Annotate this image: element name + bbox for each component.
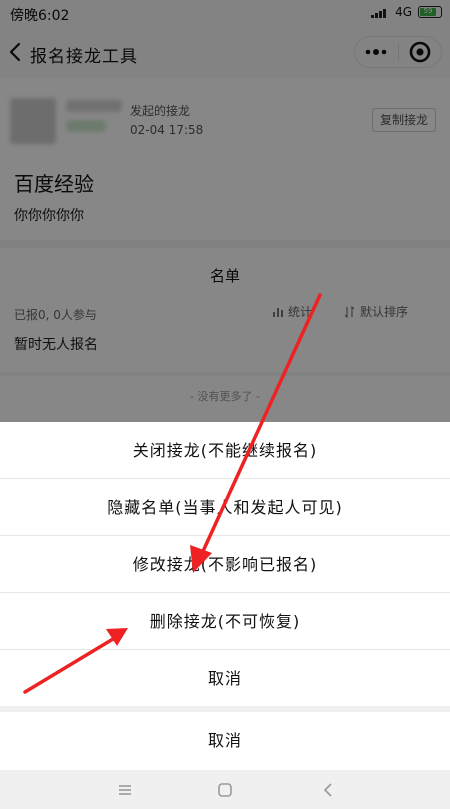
action-sheet: 关闭接龙(不能继续报名) 隐藏名单(当事人和发起人可见) 修改接龙(不影响已报名… — [0, 422, 450, 770]
cancel-option[interactable]: 取消 — [0, 650, 450, 707]
cancel-button[interactable]: 取消 — [0, 712, 450, 770]
menu-button[interactable] — [115, 780, 135, 800]
back-nav-button[interactable] — [318, 780, 338, 800]
home-button[interactable] — [215, 780, 235, 800]
back-chevron-icon — [323, 783, 332, 797]
android-nav-bar — [0, 770, 450, 809]
delete-signup-option[interactable]: 删除接龙(不可恢复) — [0, 593, 450, 650]
home-square-icon — [218, 783, 232, 797]
close-signup-option[interactable]: 关闭接龙(不能继续报名) — [0, 422, 450, 479]
menu-icon — [119, 785, 131, 795]
edit-signup-option[interactable]: 修改接龙(不影响已报名) — [0, 536, 450, 593]
hide-list-option[interactable]: 隐藏名单(当事人和发起人可见) — [0, 479, 450, 536]
